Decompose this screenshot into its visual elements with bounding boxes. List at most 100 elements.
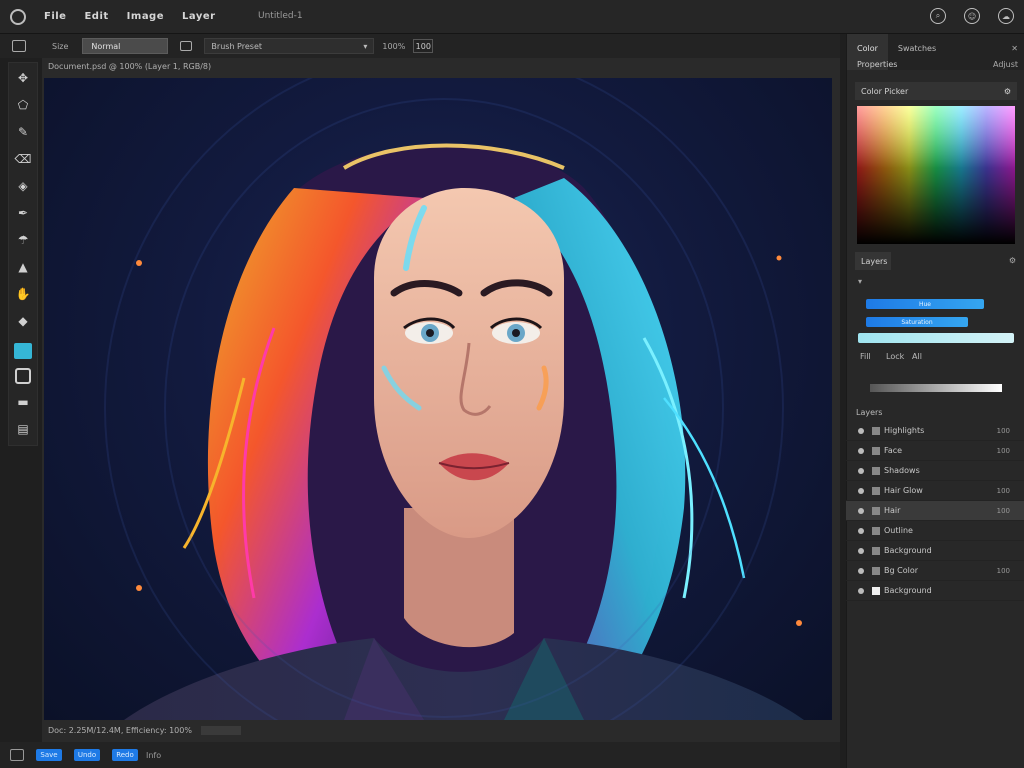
bottom-info: Info	[146, 750, 162, 760]
all-toggle[interactable]: All	[912, 352, 922, 361]
layers-panel: Layers Highlights 100 Face 100 Shadows Hair G…	[846, 404, 1024, 601]
layer-thumbnail	[872, 466, 880, 475]
layer-name: Background	[884, 586, 932, 595]
layer-row[interactable]: Highlights 100	[846, 421, 1024, 441]
eye-icon[interactable]	[858, 447, 864, 454]
pen-tool-icon[interactable]: ✒	[14, 204, 32, 222]
canvas-status-text: Doc: 2.25M/12.4M, Efficiency: 100%	[48, 726, 192, 735]
lock-toggle[interactable]: Lock	[886, 352, 904, 361]
eye-icon[interactable]	[858, 467, 864, 474]
undo-button[interactable]: Undo	[74, 749, 100, 761]
quick-mask-icon[interactable]: ▬	[14, 393, 32, 411]
color-picker-field[interactable]	[857, 106, 1015, 244]
lasso-tool-icon[interactable]: ⬠	[14, 96, 32, 114]
fill-toggle[interactable]: Fill	[860, 352, 871, 361]
layer-row[interactable]: Hair 100	[846, 501, 1024, 521]
screen-mode-icon[interactable]: ▤	[14, 420, 32, 438]
current-tool-icon[interactable]	[12, 40, 26, 52]
color-picker-header: Color Picker ⚙	[855, 82, 1017, 100]
layer-thumbnail	[872, 566, 880, 575]
menu-edit[interactable]: Edit	[84, 11, 108, 22]
menu-image[interactable]: Image	[127, 11, 164, 22]
layer-row[interactable]: Face 100	[846, 441, 1024, 461]
options-bar: Size Normal Brush Preset ▾ 100% 100	[0, 34, 840, 58]
eraser-tool-icon[interactable]: ⌫	[14, 150, 32, 168]
app-window: File Edit Image Layer Untitled-1 ⌕ ☺ ☁ S…	[0, 0, 1024, 768]
layer-row[interactable]: Bg Color 100	[846, 561, 1024, 581]
app-logo-icon[interactable]	[10, 8, 26, 25]
layer-name: Background	[884, 546, 932, 555]
layer-name: Face	[884, 446, 903, 455]
saturation-slider[interactable]: Saturation	[866, 317, 968, 327]
menu-bar: File Edit Image Layer Untitled-1 ⌕ ☺ ☁	[0, 0, 1024, 34]
menu-layer[interactable]: Layer	[182, 11, 216, 22]
canvas-status: Doc: 2.25M/12.4M, Efficiency: 100%	[48, 726, 241, 735]
layer-name: Shadows	[884, 466, 920, 475]
gradient-tool-icon[interactable]: ▲	[14, 258, 32, 276]
main-menu: File Edit Image Layer	[44, 11, 216, 22]
color-picker-title: Color Picker	[861, 86, 909, 96]
layers-tab[interactable]: Layers	[855, 252, 891, 270]
preset-select[interactable]: Brush Preset ▾	[204, 38, 375, 54]
shape-tool-icon[interactable]: ◆	[14, 312, 32, 330]
layer-value: 100	[996, 486, 1010, 495]
user-icon[interactable]: ☺	[964, 8, 980, 24]
bottom-bar: Save Undo Redo Info	[0, 742, 840, 768]
foreground-color-swatch[interactable]	[14, 343, 32, 359]
brush-tool-icon[interactable]: ✎	[14, 123, 32, 141]
layer-thumbnail	[872, 526, 880, 535]
hue-slider[interactable]: Hue	[866, 299, 984, 309]
eye-icon[interactable]	[858, 527, 864, 534]
eye-icon[interactable]	[858, 567, 864, 574]
blend-label: ▾	[858, 277, 863, 286]
layer-row[interactable]: Background	[846, 581, 1024, 601]
cloud-icon[interactable]: ☁	[998, 8, 1014, 24]
layer-row[interactable]: Outline	[846, 521, 1024, 541]
mode-dropdown[interactable]: Normal	[82, 38, 169, 54]
eye-icon[interactable]	[858, 487, 864, 494]
document-title: Untitled-1	[258, 11, 303, 21]
value-field[interactable]: 100	[413, 39, 434, 53]
fill-tool-icon[interactable]: ◈	[14, 177, 32, 195]
chevron-down-icon: ▾	[363, 41, 368, 51]
zoom-value: 100%	[382, 41, 406, 51]
layers-icon[interactable]	[10, 749, 24, 761]
window-controls: ⌕ ☺ ☁	[930, 8, 1014, 24]
eye-icon[interactable]	[858, 427, 864, 434]
layer-name: Hair Glow	[884, 486, 923, 495]
pressure-icon[interactable]	[180, 41, 193, 51]
layers-header: Layers	[856, 408, 883, 417]
search-icon[interactable]: ⌕	[930, 8, 946, 24]
layer-row[interactable]: Background	[846, 541, 1024, 561]
status-progress	[200, 726, 241, 735]
background-color-swatch[interactable]	[15, 368, 31, 384]
tab-swatches-label: Swatches	[897, 44, 937, 53]
layer-row[interactable]: Shadows	[846, 461, 1024, 481]
save-button[interactable]: Save	[36, 749, 62, 761]
eye-icon[interactable]	[858, 587, 864, 594]
layer-value: 100	[996, 566, 1010, 575]
dodge-tool-icon[interactable]: ✋	[14, 285, 32, 303]
hue-slider-label: Hue	[918, 300, 931, 308]
eye-icon[interactable]	[858, 547, 864, 554]
artwork-canvas[interactable]	[44, 78, 832, 720]
lightness-slider[interactable]	[858, 333, 1014, 343]
opacity-slider[interactable]	[870, 384, 1002, 392]
move-tool-icon[interactable]: ✥	[14, 69, 32, 87]
close-icon[interactable]: ✕	[1011, 44, 1018, 53]
background-ring	[104, 78, 784, 720]
layer-thumbnail	[872, 586, 880, 595]
smudge-tool-icon[interactable]: ☂	[14, 231, 32, 249]
menu-file[interactable]: File	[44, 11, 66, 22]
gear-icon[interactable]: ⚙	[1004, 87, 1011, 96]
layer-name: Highlights	[884, 426, 925, 435]
layer-row[interactable]: Hair Glow 100	[846, 481, 1024, 501]
properties-label: Properties	[857, 60, 898, 69]
layer-value: 100	[996, 506, 1010, 515]
layer-name: Bg Color	[884, 566, 918, 575]
eye-icon[interactable]	[858, 507, 864, 514]
layers-menu-icon[interactable]: ⚙	[1009, 256, 1016, 265]
adjust-label: Adjust	[992, 60, 1018, 69]
layer-controls: ▾ Hue Saturation Fill Lock All	[856, 275, 1016, 392]
redo-button[interactable]: Redo	[112, 749, 138, 761]
